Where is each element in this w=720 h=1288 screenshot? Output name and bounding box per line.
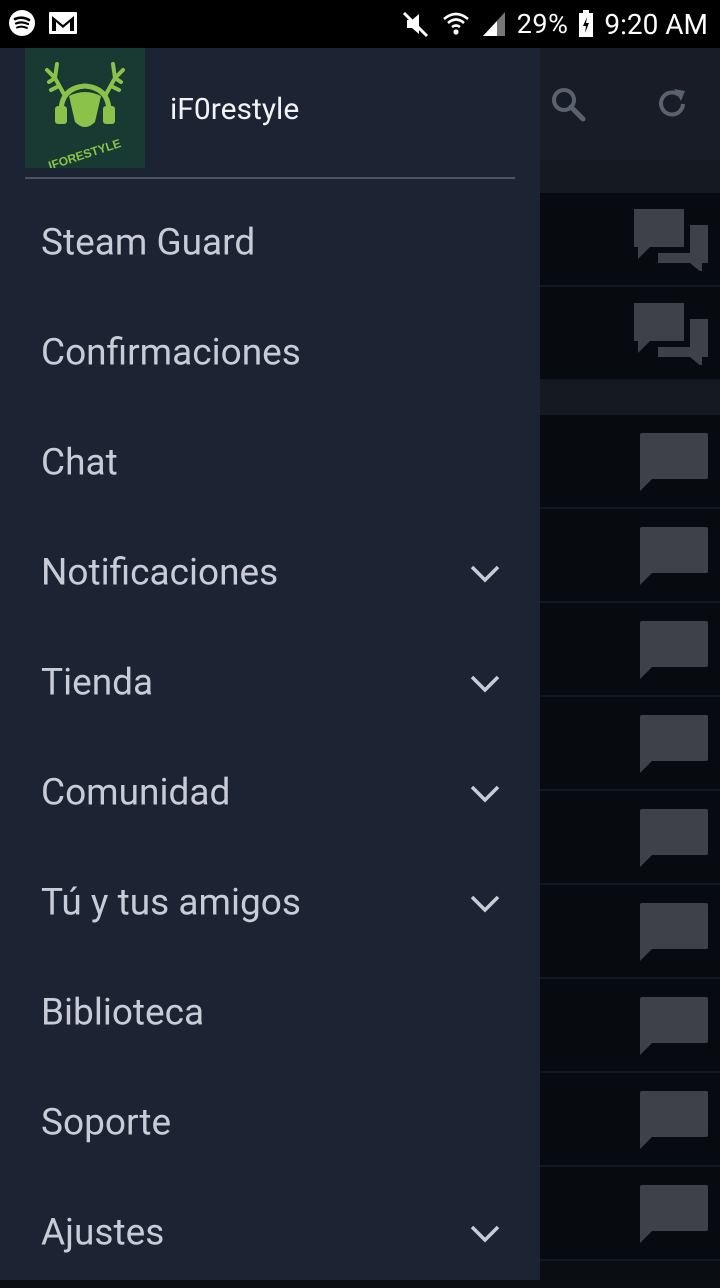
chevron-down-icon[interactable] bbox=[468, 1216, 502, 1250]
chevron-down-icon[interactable] bbox=[468, 666, 502, 700]
menu-item-label: Biblioteca bbox=[41, 991, 205, 1035]
menu-item-biblioteca[interactable]: Biblioteca bbox=[0, 958, 540, 1068]
navigation-drawer: IFORESTYLE iF0restyle Steam Guard Confir… bbox=[0, 48, 540, 1280]
gmail-icon bbox=[49, 12, 77, 34]
drawer-header: IFORESTYLE iF0restyle bbox=[0, 48, 540, 180]
battery-percent: 29% bbox=[516, 8, 569, 40]
menu-item-notificaciones[interactable]: Notificaciones bbox=[0, 518, 540, 628]
chat-bubble-icon bbox=[640, 1091, 708, 1149]
menu-item-steam-guard[interactable]: Steam Guard bbox=[0, 188, 540, 298]
spotify-icon bbox=[9, 10, 35, 36]
menu-item-soporte[interactable]: Soporte bbox=[0, 1068, 540, 1178]
menu-item-ajustes[interactable]: Ajustes bbox=[0, 1178, 540, 1288]
chat-bubble-icon bbox=[640, 527, 708, 585]
menu-item-label: Tienda bbox=[41, 661, 154, 705]
username[interactable]: iF0restyle bbox=[170, 92, 299, 127]
status-bar: 29% 9:20 AM bbox=[0, 0, 720, 48]
battery-icon bbox=[579, 10, 594, 37]
chat-bubble-icon bbox=[640, 997, 708, 1055]
clock: 9:20 AM bbox=[604, 7, 708, 41]
chevron-down-icon[interactable] bbox=[468, 556, 502, 590]
group-chat-icon bbox=[634, 209, 708, 271]
mute-icon bbox=[402, 11, 428, 38]
menu-item-tienda[interactable]: Tienda bbox=[0, 628, 540, 738]
menu-item-label: Notificaciones bbox=[41, 551, 279, 595]
chat-bubble-icon bbox=[640, 621, 708, 679]
chat-bubble-icon bbox=[640, 809, 708, 867]
menu-item-confirmaciones[interactable]: Confirmaciones bbox=[0, 298, 540, 408]
menu-item-label: Confirmaciones bbox=[41, 331, 301, 375]
menu-item-chat[interactable]: Chat bbox=[0, 408, 540, 518]
chat-bubble-icon bbox=[640, 715, 708, 773]
chat-bubble-icon bbox=[640, 903, 708, 961]
menu-item-label: Soporte bbox=[41, 1101, 172, 1145]
menu-item-label: Comunidad bbox=[41, 771, 231, 815]
menu-item-comunidad[interactable]: Comunidad bbox=[0, 738, 540, 848]
signal-icon bbox=[482, 12, 505, 36]
deer-headphones-logo: IFORESTYLE bbox=[25, 48, 145, 168]
header-divider bbox=[25, 177, 515, 179]
menu-item-label: Ajustes bbox=[41, 1211, 165, 1255]
chat-bubble-icon bbox=[640, 1185, 708, 1243]
menu-item-label: Steam Guard bbox=[41, 221, 256, 265]
chevron-down-icon[interactable] bbox=[468, 776, 502, 810]
menu-item-tu-y-tus-amigos[interactable]: Tú y tus amigos bbox=[0, 848, 540, 958]
avatar[interactable]: IFORESTYLE bbox=[25, 48, 145, 168]
menu-item-label: Chat bbox=[41, 441, 118, 485]
refresh-icon[interactable] bbox=[652, 84, 692, 124]
chat-bubble-icon bbox=[640, 433, 708, 491]
group-chat-icon bbox=[634, 303, 708, 365]
chevron-down-icon[interactable] bbox=[468, 886, 502, 920]
search-icon[interactable] bbox=[548, 84, 588, 124]
wifi-icon bbox=[442, 12, 469, 35]
menu-item-label: Tú y tus amigos bbox=[41, 881, 301, 925]
